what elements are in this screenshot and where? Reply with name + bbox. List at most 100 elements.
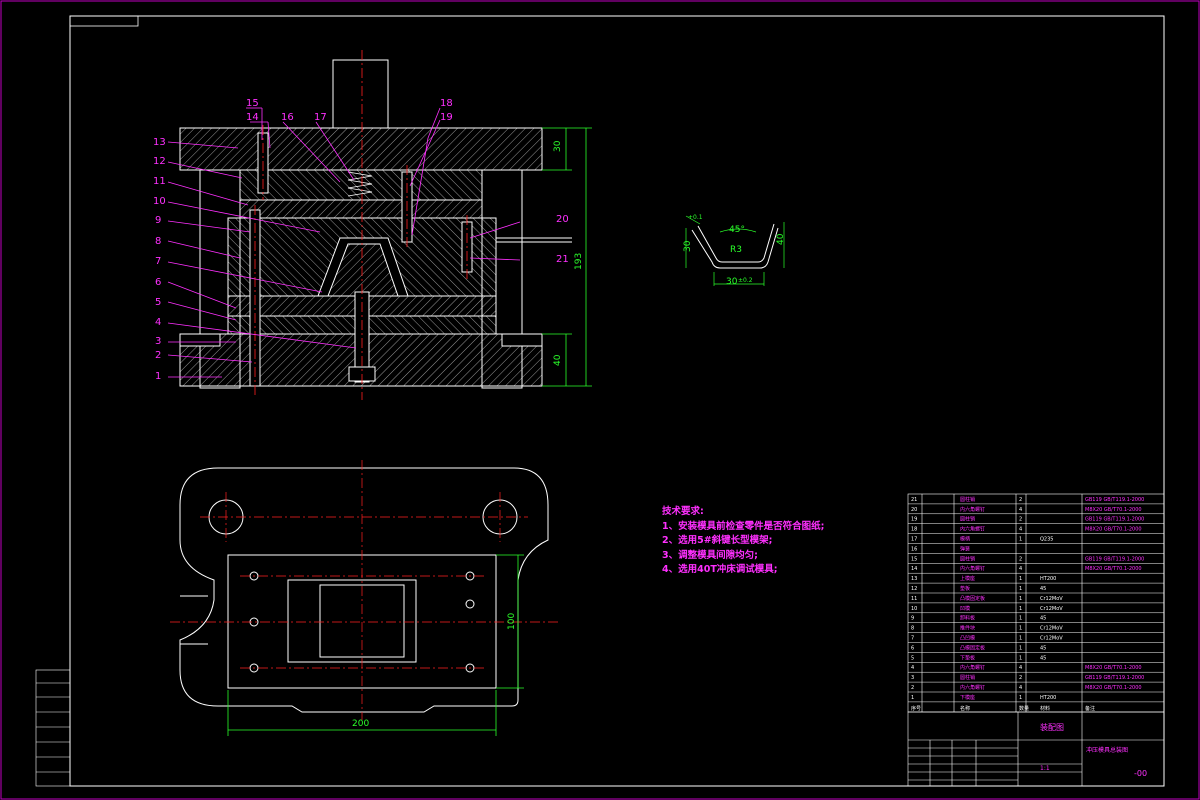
callout-19: 19 bbox=[440, 112, 453, 123]
bom-cell-name: 凸模固定板 bbox=[960, 644, 985, 651]
plan-punch-window bbox=[287, 579, 417, 663]
bom-cell-qty: 1 bbox=[1019, 596, 1022, 602]
bom-cell-name: 下垫板 bbox=[960, 654, 975, 661]
left-side-strip bbox=[35, 669, 71, 787]
bom-cell-qty: 1 bbox=[1019, 606, 1022, 612]
bom-header-no: 序号 bbox=[911, 705, 921, 712]
bom-cell-name: 内六角螺钉 bbox=[960, 684, 985, 691]
part-dim-radius: R3 bbox=[730, 245, 742, 255]
bom-cell-material: 45 bbox=[1040, 645, 1046, 651]
bom-cell-no: 2 bbox=[911, 685, 914, 691]
bom-cell-std: GB119 GB/T119.1-2000 bbox=[1085, 675, 1144, 681]
callout-12: 12 bbox=[153, 156, 166, 167]
bom-cell-no: 13 bbox=[911, 576, 917, 582]
bom-cell-no: 8 bbox=[911, 626, 914, 632]
bom-cell-material: 45 bbox=[1040, 616, 1046, 622]
bom-cell-name: 下模座 bbox=[960, 694, 975, 701]
bom-cell-name: 凹模 bbox=[960, 605, 970, 612]
plan-dimensions bbox=[227, 554, 524, 736]
bom-cell-qty: 1 bbox=[1019, 695, 1022, 701]
bom-cell-std: GB119 GB/T119.1-2000 bbox=[1085, 517, 1144, 523]
bom-rows: 2 1 圆柱销 2 GB119 GB/T119.1-2000 20 内六角螺钉 4 M8X20 … bbox=[908, 496, 1164, 712]
bom-cell-qty: 1 bbox=[1019, 616, 1022, 622]
bom-cell-qty: 2 bbox=[1019, 675, 1022, 681]
callout-6: 6 bbox=[155, 277, 161, 288]
bom-cell-std: M8X20 GB/T70.1-2000 bbox=[1085, 665, 1142, 671]
bom-cell-name: 内六角螺钉 bbox=[960, 526, 985, 533]
bom-cell-name: 圆柱销 bbox=[960, 555, 975, 562]
die-shank bbox=[332, 59, 389, 129]
bom-cell-no: 4 bbox=[911, 665, 914, 671]
tech-requirement-1: 1、安装模具前检查零件是否符合图纸; bbox=[662, 520, 825, 532]
callout-16: 16 bbox=[281, 112, 294, 123]
bom-header-qty: 数量 bbox=[1019, 705, 1029, 712]
tech-requirement-4: 4、选用40T冲床调试模具; bbox=[662, 564, 778, 575]
bom-cell-name: 圆柱销 bbox=[960, 516, 975, 523]
bom-cell-std: GB119 GB/T119.1-2000 bbox=[1085, 497, 1144, 503]
bom-cell-material: Cr12MoV bbox=[1040, 626, 1063, 632]
bom-cell-qty: 1 bbox=[1019, 626, 1022, 632]
bom-cell-name: 凸凹模 bbox=[960, 635, 975, 642]
title-sheet-no: -00 bbox=[1134, 769, 1147, 778]
callout-17: 17 bbox=[314, 112, 327, 123]
bom-cell-material: Cr12MoV bbox=[1040, 636, 1063, 642]
bom-cell-name: 垫板 bbox=[960, 585, 970, 592]
punch-holder bbox=[239, 199, 483, 219]
callout-8: 8 bbox=[155, 236, 161, 247]
bom-cell-name: 弹簧 bbox=[960, 545, 970, 552]
callout-5: 5 bbox=[155, 297, 161, 308]
callout-11: 11 bbox=[153, 176, 166, 187]
bom-cell-qty: 2 bbox=[1019, 517, 1022, 523]
title-subtitle: 冲压模具总装图 bbox=[1086, 746, 1128, 754]
bom-cell-no: 9 bbox=[911, 616, 914, 622]
bom-cell-name: 推件块 bbox=[960, 625, 975, 632]
part-dim-bottom: 30 bbox=[726, 277, 738, 287]
bom-cell-name: 圆柱销 bbox=[960, 496, 975, 503]
title-scale: 1:1 bbox=[1040, 765, 1050, 772]
bom-cell-no: 18 bbox=[911, 527, 917, 533]
bom-cell-no: 20 bbox=[911, 507, 917, 513]
title-drawing: 装配图 bbox=[1040, 722, 1064, 732]
bom-cell-name: 圆柱销 bbox=[960, 674, 975, 681]
bom-cell-qty: 4 bbox=[1019, 566, 1022, 572]
bom-cell-name: 内六角螺钉 bbox=[960, 664, 985, 671]
part-dim-bottom-tol: ±0.2 bbox=[738, 277, 753, 284]
callout-9: 9 bbox=[155, 215, 161, 226]
bom-cell-material: HT200 bbox=[1040, 576, 1056, 582]
dim-bottom-plate: 40 bbox=[553, 354, 563, 366]
callout-2: 2 bbox=[155, 350, 161, 361]
bom-cell-qty: 1 bbox=[1019, 576, 1022, 582]
bom-cell-qty: 2 bbox=[1019, 497, 1022, 503]
part-dim-tol: +0.1 bbox=[688, 214, 703, 221]
dim-base-width: 200 bbox=[352, 719, 369, 729]
bom-cell-no: 14 bbox=[911, 566, 917, 572]
callout-4: 4 bbox=[155, 317, 161, 328]
bom-cell-std: M8X20 GB/T70.1-2000 bbox=[1085, 507, 1142, 513]
bom-cell-material: 45 bbox=[1040, 586, 1046, 592]
bom-header-name: 名称 bbox=[960, 705, 970, 712]
tech-requirements: 技术要求: 1、安装模具前检查零件是否符合图纸; 2、选用5#斜键长型模架; 3… bbox=[662, 505, 827, 578]
bom-cell-material: Cr12MoV bbox=[1040, 596, 1063, 602]
bom-cell-no: 12 bbox=[911, 586, 917, 592]
bom-cell-std: M8X20 GB/T70.1-2000 bbox=[1085, 566, 1142, 572]
part-dim-angle: 45° bbox=[729, 225, 745, 235]
dim-base-depth: 100 bbox=[507, 613, 517, 630]
bom-cell-no: 3 bbox=[911, 675, 914, 681]
bom-cell-no: 1 bbox=[911, 695, 914, 701]
bom-header-material: 材料 bbox=[1040, 705, 1050, 712]
callout-1: 1 bbox=[155, 371, 161, 382]
bom-cell-qty: 1 bbox=[1019, 586, 1022, 592]
bom-cell-no: 7 bbox=[911, 636, 914, 642]
bom-cell-name: 凸模固定板 bbox=[960, 595, 985, 602]
bom-cell-qty: 4 bbox=[1019, 507, 1022, 513]
corner-tag-box bbox=[69, 15, 139, 27]
bom-cell-name: 内六角螺钉 bbox=[960, 565, 985, 572]
bom-cell-std: GB119 GB/T119.1-2000 bbox=[1085, 556, 1144, 562]
bom-cell-material: HT200 bbox=[1040, 695, 1056, 701]
bom-cell-no: 17 bbox=[911, 537, 917, 543]
bom-cell-qty: 2 bbox=[1019, 556, 1022, 562]
bom-cell-name: 内六角螺钉 bbox=[960, 506, 985, 513]
bom-cell-qty: 1 bbox=[1019, 655, 1022, 661]
plan-outline bbox=[179, 467, 549, 713]
assembly-drawing: 13 12 11 10 9 8 7 6 5 4 3 2 1 15 14 16 1… bbox=[0, 0, 1200, 800]
